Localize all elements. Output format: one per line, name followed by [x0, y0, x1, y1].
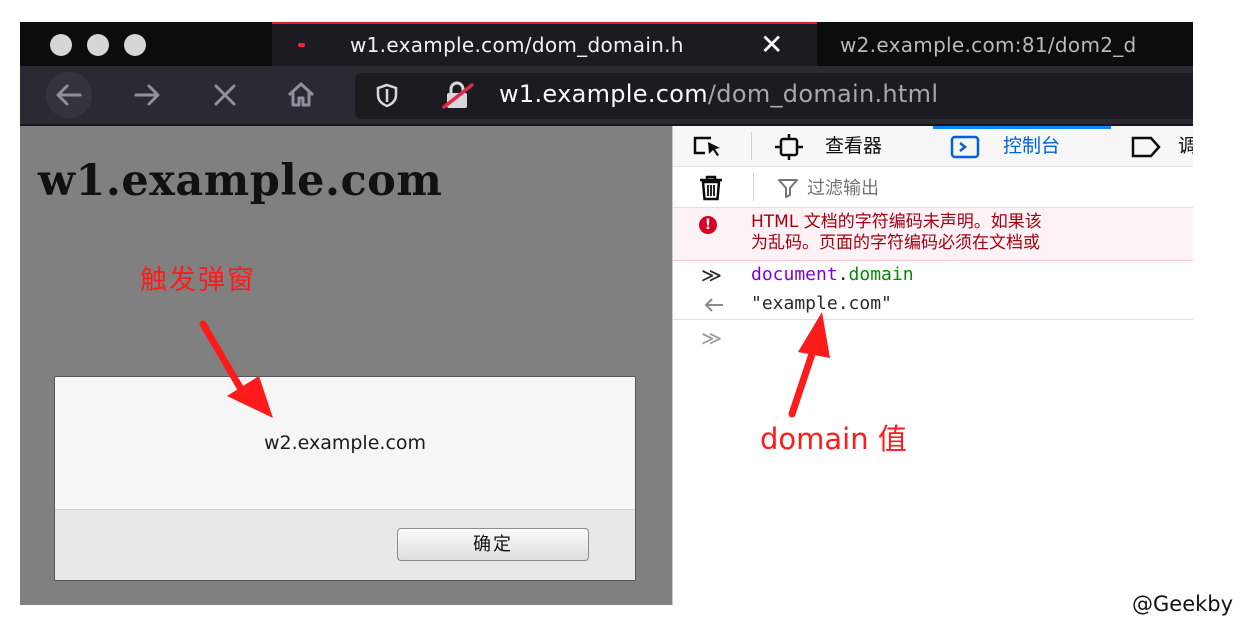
- url-text: w1.example.com/dom_domain.html: [499, 80, 938, 108]
- console-input-code: document.domain: [751, 264, 914, 285]
- devtools-panel: 查看器 控制台 调 过滤输出 ! HTML 文档的字符编码未声明。如果该 为乱码…: [672, 126, 1193, 605]
- alert-dialog: w2.example.com 确定: [54, 376, 636, 581]
- ok-button[interactable]: 确定: [397, 528, 589, 561]
- console-tab-indicator: [933, 126, 1111, 129]
- tab-console[interactable]: 控制台: [1003, 131, 1060, 161]
- code-object: document: [751, 264, 838, 285]
- console-input-row: ≫ document.domain: [673, 261, 1193, 291]
- devtools-toolbar: 查看器 控制台 调: [673, 126, 1193, 167]
- tab-loading-icon: [298, 43, 305, 47]
- tab-second[interactable]: w2.example.com:81/dom2_d: [820, 22, 1193, 66]
- page-content: w1.example.com w2.example.com 确定: [20, 126, 670, 605]
- forward-arrow-icon[interactable]: [124, 72, 170, 118]
- shield-icon[interactable]: [373, 82, 401, 114]
- console-error-message: ! HTML 文档的字符编码未声明。如果该 为乱码。页面的字符编码必须在文档或: [673, 208, 1193, 261]
- alert-footer: 确定: [55, 509, 635, 580]
- window-close-dot[interactable]: [50, 34, 72, 56]
- window-zoom-dot[interactable]: [124, 34, 146, 56]
- error-icon: !: [699, 216, 717, 234]
- toolbar-divider: [751, 132, 752, 160]
- code-property: domain: [848, 264, 914, 285]
- stop-icon[interactable]: [202, 72, 248, 118]
- alert-message: w2.example.com: [263, 432, 427, 454]
- back-arrow-icon[interactable]: [46, 72, 92, 118]
- insecure-lock-icon[interactable]: [441, 80, 475, 116]
- annotation-trigger-popup: 触发弹窗: [140, 265, 256, 296]
- tab-active[interactable]: w1.example.com/dom_domain.h ✕: [272, 22, 817, 66]
- debugger-icon[interactable]: [1129, 134, 1163, 164]
- tab-debugger[interactable]: 调: [1178, 131, 1193, 161]
- error-line-1: HTML 文档的字符编码未声明。如果该: [751, 212, 1042, 232]
- url-path: /dom_domain.html: [707, 80, 939, 108]
- annotation-arrow-popup-icon: [199, 320, 273, 418]
- filter-icon: [777, 178, 799, 202]
- element-picker-icon[interactable]: [691, 134, 725, 162]
- error-line-2: 为乱码。页面的字符编码必须在文档或: [751, 233, 1040, 253]
- tab-second-title: w2.example.com:81/dom2_d: [840, 33, 1137, 57]
- console-result-row: "example.com": [673, 291, 1193, 320]
- screenshot-frame: w1.example.com/dom_domain.h ✕ w2.example…: [20, 22, 1193, 605]
- annotation-domain-value: domain 值: [760, 422, 907, 456]
- console-icon[interactable]: [949, 134, 981, 164]
- error-text: HTML 文档的字符编码未声明。如果该 为乱码。页面的字符编码必须在文档或: [751, 212, 1191, 258]
- tab-active-title: w1.example.com/dom_domain.h: [350, 33, 684, 57]
- window-minimize-dot[interactable]: [87, 34, 109, 56]
- page-title: w1.example.com: [38, 156, 443, 206]
- console-command-line[interactable]: ≫: [673, 322, 1193, 356]
- address-bar[interactable]: w1.example.com/dom_domain.html: [355, 73, 1193, 119]
- result-arrow-icon: [703, 297, 725, 317]
- navigation-toolbar: w1.example.com/dom_domain.html: [20, 66, 1193, 126]
- code-dot: .: [837, 264, 849, 285]
- trash-icon[interactable]: [697, 175, 725, 205]
- tab-close-icon[interactable]: ✕: [760, 28, 783, 62]
- prompt-chevron-icon: ≫: [701, 326, 722, 350]
- console-filter-bar: 过滤输出: [673, 167, 1193, 208]
- annotation-arrow-domain-icon: [788, 312, 830, 418]
- tab-inspector[interactable]: 查看器: [825, 131, 882, 161]
- home-icon[interactable]: [278, 72, 324, 118]
- watermark: @Geekby: [1132, 592, 1234, 616]
- inspector-icon[interactable]: [773, 134, 805, 164]
- url-host: w1.example.com: [499, 80, 708, 108]
- browser-tab-strip: w1.example.com/dom_domain.h ✕ w2.example…: [20, 22, 1193, 66]
- filter-divider: [753, 173, 754, 201]
- filter-input[interactable]: 过滤输出: [807, 174, 879, 200]
- input-chevron-icon: ≫: [701, 263, 722, 287]
